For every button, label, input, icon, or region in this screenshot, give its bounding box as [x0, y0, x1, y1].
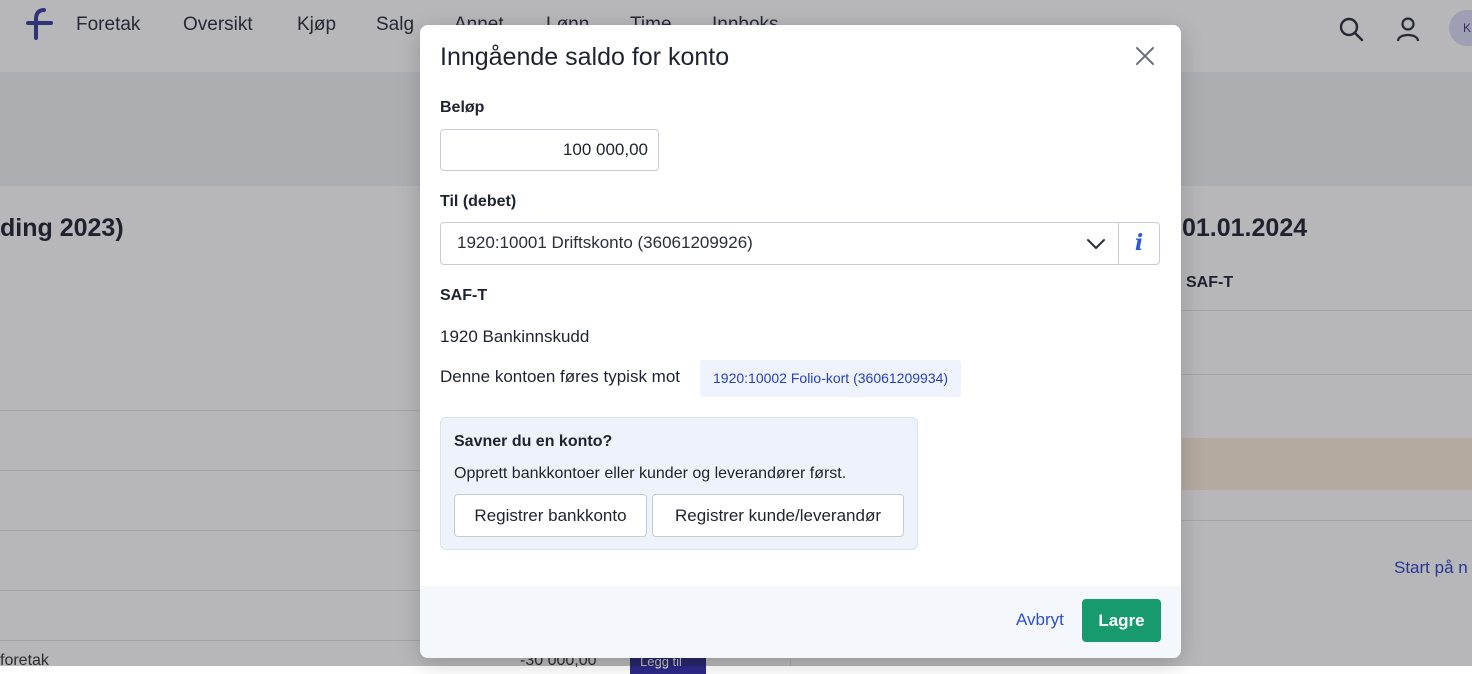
- save-button[interactable]: Lagre: [1082, 599, 1161, 642]
- cancel-button[interactable]: Avbryt: [1016, 610, 1064, 630]
- chevron-down-icon[interactable]: [1085, 233, 1107, 255]
- missing-account-panel: Savner du en konto? Opprett bankkontoer …: [440, 417, 918, 550]
- dialog-footer: Avbryt Lagre: [420, 586, 1181, 658]
- counter-account-chip[interactable]: 1920:10002 Folio-kort (36061209934): [700, 360, 962, 397]
- info-icon[interactable]: i: [1119, 223, 1159, 264]
- amount-input[interactable]: [440, 129, 659, 171]
- panel-title: Savner du en konto?: [454, 433, 613, 450]
- close-icon[interactable]: [1132, 43, 1158, 69]
- amount-label: Beløp: [440, 99, 485, 116]
- debit-account-label: Til (debet): [440, 193, 517, 210]
- opening-balance-dialog: Inngående saldo for konto Beløp Til (deb…: [420, 25, 1181, 658]
- panel-text: Opprett bankkontoer eller kunder og leve…: [454, 465, 847, 482]
- saft-label: SAF-T: [440, 287, 488, 304]
- typical-counter-account-text: Denne kontoen føres typisk mot: [440, 367, 681, 386]
- saft-account: 1920 Bankinnskudd: [440, 327, 590, 346]
- debit-account-value: 1920:10001 Driftskonto (36061209926): [457, 233, 753, 252]
- register-customer-supplier-button[interactable]: Registrer kunde/leverandør: [652, 494, 904, 537]
- dialog-title: Inngående saldo for konto: [440, 43, 730, 71]
- register-bank-account-button[interactable]: Registrer bankkonto: [454, 494, 647, 537]
- debit-account-select[interactable]: 1920:10001 Driftskonto (36061209926) i: [440, 222, 1160, 265]
